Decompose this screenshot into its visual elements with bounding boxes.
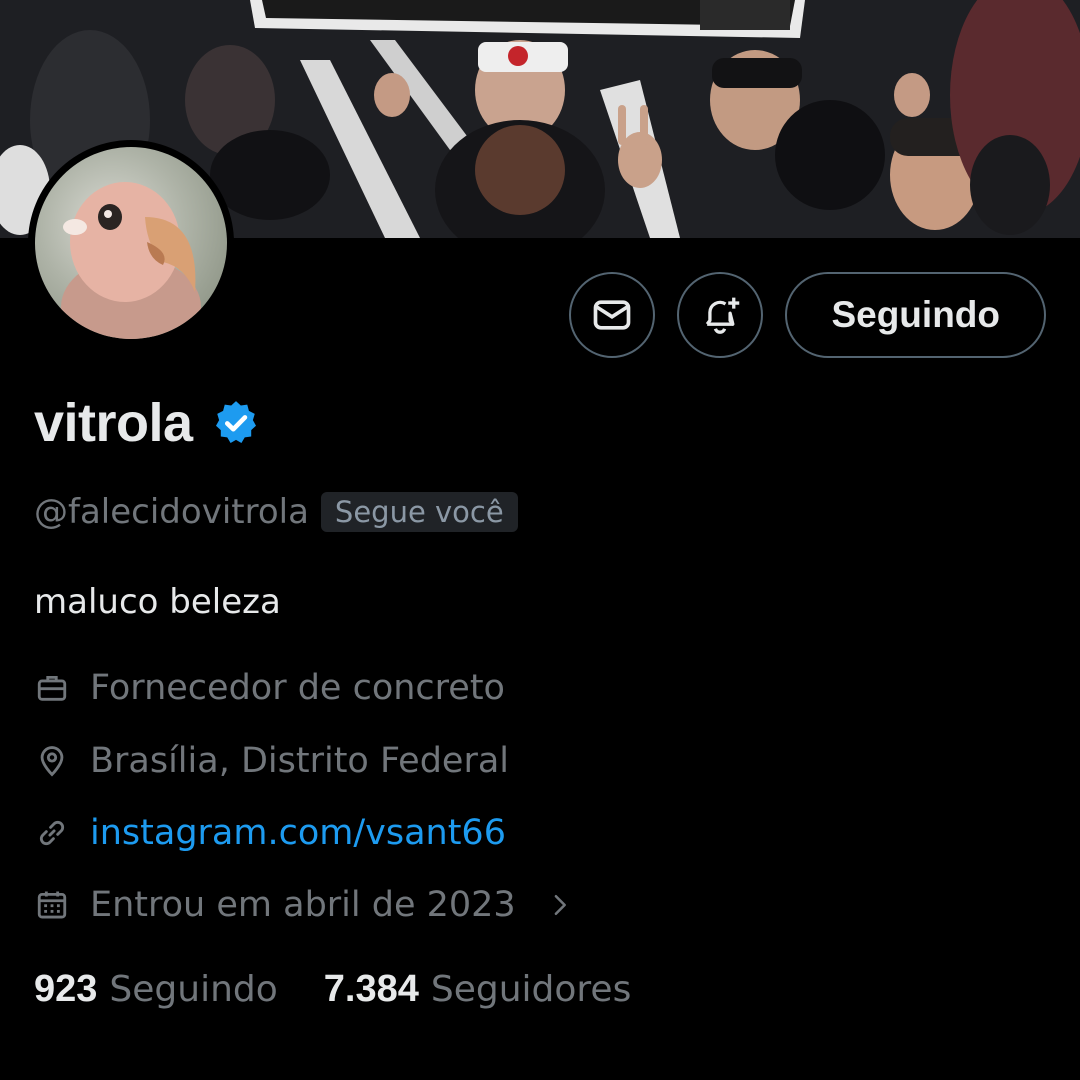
followers-label: Seguidores (430, 969, 632, 1010)
following-stat[interactable]: 923 Seguindo (34, 968, 278, 1011)
link-icon (34, 815, 70, 851)
following-label: Seguindo (109, 969, 278, 1010)
location-pin-icon (34, 743, 70, 779)
profile-avatar[interactable] (28, 140, 234, 346)
briefcase-icon (34, 670, 70, 706)
profile-handle-row: @falecidovitrola Segue você (34, 492, 518, 532)
profile-bio: maluco beleza (34, 582, 281, 622)
profile-location: Brasília, Distrito Federal (34, 741, 509, 781)
following-count: 923 (34, 968, 98, 1010)
follows-you-badge: Segue você (320, 492, 518, 532)
verified-badge-icon[interactable] (211, 398, 261, 448)
joined-text: Entrou em abril de 2023 (90, 885, 516, 925)
profile-stats: 923 Seguindo 7.384 Seguidores (34, 968, 631, 1011)
website-link[interactable]: instagram.com/vsant66 (90, 813, 506, 853)
avatar-image (35, 147, 227, 339)
followers-stat[interactable]: 7.384 Seguidores (324, 968, 632, 1011)
profile-name-row: vitrola (34, 392, 261, 454)
notification-bell-icon (706, 297, 740, 334)
following-button[interactable]: Seguindo (785, 272, 1046, 358)
display-name: vitrola (34, 393, 193, 453)
message-button[interactable] (569, 272, 656, 358)
profile-website: instagram.com/vsant66 (34, 813, 506, 853)
location-text: Brasília, Distrito Federal (90, 741, 510, 781)
profession-text: Fornecedor de concreto (90, 668, 505, 708)
user-handle: @falecidovitrola (34, 492, 309, 532)
chevron-right-icon[interactable] (546, 891, 574, 919)
message-icon (594, 300, 631, 330)
followers-count: 7.384 (323, 968, 419, 1010)
profile-profession: Fornecedor de concreto (34, 668, 505, 708)
profile-joined[interactable]: Entrou em abril de 2023 (34, 885, 574, 925)
notify-button[interactable] (677, 272, 764, 358)
calendar-icon (34, 887, 70, 923)
profile-actions: Seguindo (569, 272, 1046, 358)
